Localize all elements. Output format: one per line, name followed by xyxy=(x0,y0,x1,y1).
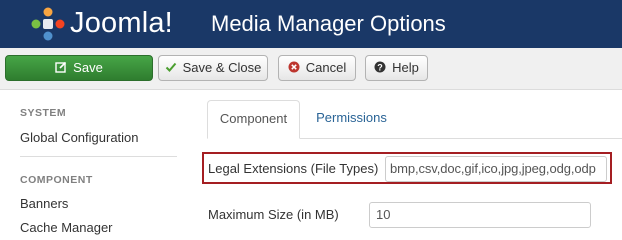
cancel-button[interactable]: Cancel xyxy=(278,55,356,81)
check-icon xyxy=(165,57,177,81)
legal-extensions-label: Legal Extensions (File Types) xyxy=(208,161,379,176)
sidebar-heading-system: SYSTEM xyxy=(20,107,67,119)
save-close-button-label: Save & Close xyxy=(182,60,262,75)
sidebar-divider xyxy=(20,156,177,157)
toolbar: Save Save & Close Cancel ? Help xyxy=(0,48,622,90)
edit-icon xyxy=(55,57,67,81)
maximum-size-input[interactable]: 10 xyxy=(369,202,591,228)
save-button[interactable]: Save xyxy=(5,55,153,81)
maximum-size-label: Maximum Size (in MB) xyxy=(208,207,339,222)
save-close-button[interactable]: Save & Close xyxy=(158,55,268,81)
help-button-label: Help xyxy=(392,60,419,75)
page-title: Media Manager Options xyxy=(211,11,446,36)
sidebar-item-cache-manager[interactable]: Cache Manager xyxy=(20,220,113,235)
sidebar-heading-component: COMPONENT xyxy=(20,174,93,186)
help-button[interactable]: ? Help xyxy=(365,55,428,81)
sidebar-item-banners[interactable]: Banners xyxy=(20,196,68,211)
svg-text:?: ? xyxy=(377,62,383,72)
sidebar-item-global-configuration[interactable]: Global Configuration xyxy=(20,130,139,145)
question-icon: ? xyxy=(374,57,386,81)
joomla-logo-icon[interactable] xyxy=(30,6,66,42)
save-button-label: Save xyxy=(73,60,103,75)
tab-component[interactable]: Component xyxy=(207,100,300,139)
legal-extensions-input[interactable]: bmp,csv,doc,gif,ico,jpg,jpeg,odg,odp xyxy=(385,156,607,182)
header-bar: Joomla! Media Manager Options xyxy=(0,0,622,48)
tab-permissions[interactable]: Permissions xyxy=(304,100,399,138)
cancel-button-label: Cancel xyxy=(305,60,347,75)
brand-name: Joomla! xyxy=(70,7,173,39)
cancel-icon xyxy=(288,57,300,81)
